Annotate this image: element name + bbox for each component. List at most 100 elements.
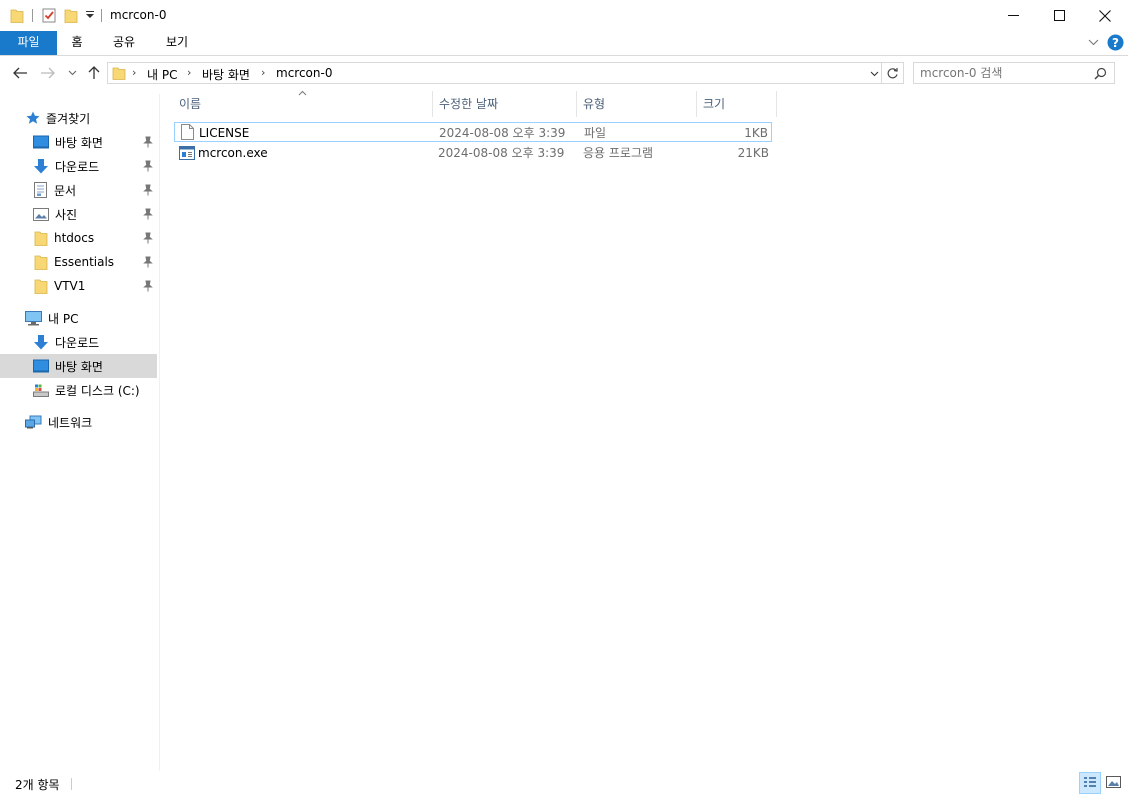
nav-item-vtv1[interactable]: VTV1 [0,274,157,298]
nav-label: 바탕 화면 [55,135,103,150]
download-icon [34,158,48,173]
divider [32,9,33,22]
application-icon [179,146,195,160]
nav-label: 로컬 디스크 (C:) [55,383,140,398]
pin-icon[interactable] [143,280,153,292]
file-type: 응용 프로그램 [583,146,654,160]
breadcrumb-current[interactable]: mcrcon-0 [276,66,332,80]
nav-item-htdocs[interactable]: htdocs [0,226,157,250]
folder-icon [34,279,48,294]
navigation-pane: 즐겨찾기 바탕 화면 다운로드 문서 사진 htdocs Essentials … [0,94,159,771]
nav-item-desktop[interactable]: 바탕 화면 [0,130,157,154]
pin-icon[interactable] [143,184,153,196]
file-row-mcrcon-exe[interactable]: mcrcon.exe 2024-08-08 오후 3:39 응용 프로그램 21… [174,143,772,163]
nav-item-downloads[interactable]: 다운로드 [0,154,157,178]
address-bar[interactable]: › 내 PC › 바탕 화면 › mcrcon-0 [107,62,882,84]
minimize-button[interactable] [990,0,1036,31]
tab-view[interactable]: 보기 [157,31,197,55]
pin-icon[interactable] [143,160,153,172]
folder-icon [34,231,48,246]
large-icons-view-button[interactable] [1104,772,1124,794]
nav-item-pictures[interactable]: 사진 [0,202,157,226]
file-name: LICENSE [199,126,250,140]
details-view-icon [1084,777,1096,787]
pin-icon[interactable] [143,208,153,220]
search-box[interactable] [913,62,1115,84]
breadcrumb-separator-icon[interactable]: › [261,66,265,79]
item-count: 2개 항목 [15,778,60,792]
nav-network[interactable]: 네트워크 [0,410,157,434]
file-size: 1KB [744,126,768,140]
nav-label: 문서 [54,183,77,198]
refresh-icon [887,68,898,79]
large-icons-view-icon [1106,776,1121,788]
desktop-icon [33,359,49,373]
nav-pc-downloads[interactable]: 다운로드 [0,330,157,354]
nav-label: htdocs [54,231,95,245]
nav-label: VTV1 [54,279,86,293]
nav-quick-access[interactable]: 즐겨찾기 [0,106,157,130]
star-icon [26,111,40,124]
document-icon [181,124,194,140]
close-button[interactable] [1082,0,1128,31]
column-header-name[interactable]: 이름 [173,91,432,117]
nav-label: 사진 [55,207,78,222]
pin-icon[interactable] [143,136,153,148]
tab-share[interactable]: 공유 [104,31,144,55]
refresh-button[interactable] [882,62,904,84]
back-icon[interactable] [12,66,28,80]
column-divider[interactable] [776,91,777,117]
status-bar: 2개 항목 [0,771,1128,796]
recent-locations-icon[interactable] [68,70,77,76]
customize-quick-access-icon[interactable] [85,10,95,20]
search-icon[interactable] [1094,67,1107,80]
nav-item-essentials[interactable]: Essentials [0,250,157,274]
pane-divider[interactable] [159,94,160,771]
file-modified: 2024-08-08 오후 3:39 [438,146,565,160]
pin-icon[interactable] [143,232,153,244]
nav-pc-local-disk[interactable]: 로컬 디스크 (C:) [0,378,157,402]
nav-label: 바탕 화면 [55,359,103,374]
computer-icon [25,310,42,325]
nav-label: 즐겨찾기 [46,111,91,126]
nav-this-pc[interactable]: 내 PC [0,306,157,330]
address-history-icon[interactable] [870,71,879,77]
pictures-icon [33,207,49,221]
svg-text:?: ? [1112,36,1119,50]
nav-label: Essentials [54,255,115,269]
folder-icon [34,255,48,270]
tab-file[interactable]: 파일 [0,31,57,55]
tab-home[interactable]: 홈 [60,31,94,55]
nav-label: 다운로드 [55,159,100,174]
breadcrumb-this-pc[interactable]: 내 PC [147,66,177,83]
column-header-size[interactable]: 크기 [697,91,776,117]
details-view-button[interactable] [1079,772,1101,794]
column-header-modified[interactable]: 수정한 날짜 [433,91,576,117]
forward-icon[interactable] [40,66,56,80]
breadcrumb-desktop[interactable]: 바탕 화면 [202,66,250,83]
nav-label: 다운로드 [55,335,100,350]
nav-pc-desktop[interactable]: 바탕 화면 [0,354,157,378]
properties-icon[interactable] [42,7,57,23]
folder-icon [112,67,126,80]
help-icon[interactable]: ? [1107,34,1124,51]
desktop-icon [33,135,49,149]
divider [71,778,72,790]
nav-label: 네트워크 [48,415,93,430]
drive-icon [33,384,49,397]
nav-item-documents[interactable]: 문서 [0,178,157,202]
folder-icon [10,9,24,23]
expand-ribbon-icon[interactable] [1088,39,1099,47]
new-folder-icon[interactable] [64,7,78,23]
search-input[interactable] [920,65,1090,81]
up-icon[interactable] [87,65,101,80]
download-icon [34,334,48,349]
breadcrumb-separator-icon[interactable]: › [187,66,191,79]
file-row-license[interactable]: LICENSE 2024-08-08 오후 3:39 파일 1KB [174,122,772,142]
close-icon [1099,9,1111,22]
breadcrumb-separator-icon[interactable]: › [132,66,136,79]
maximize-button[interactable] [1036,0,1082,31]
pin-icon[interactable] [143,256,153,268]
column-header-type[interactable]: 유형 [577,91,696,117]
divider [101,9,102,22]
